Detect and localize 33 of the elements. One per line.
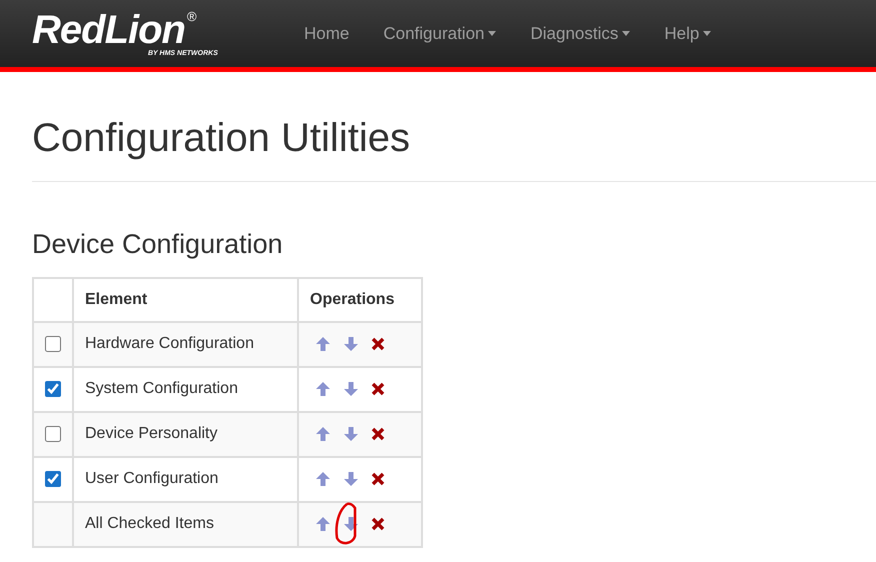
delete-button[interactable] [371,517,385,531]
row-checkbox[interactable] [45,336,61,352]
table-cell: All Checked Items [73,502,298,546]
nav-link[interactable]: Home [304,20,350,46]
caret-icon [622,31,630,36]
caret-icon [488,31,496,36]
row-checkbox[interactable] [45,470,61,487]
table-header-cell: Element [73,278,298,322]
move-up-button[interactable] [315,426,331,442]
move-up-button[interactable] [315,516,331,532]
page-title: Configuration Utilities [32,115,411,162]
move-down-button[interactable] [343,426,359,442]
move-down-button[interactable] [343,516,359,532]
delete-button[interactable] [371,427,385,441]
nav-link[interactable]: Configuration [383,20,496,46]
move-down-button[interactable] [343,381,359,397]
delete-button[interactable] [371,337,385,351]
row-checkbox[interactable] [45,380,61,397]
move-down-button[interactable] [343,471,359,487]
row-checkbox[interactable] [45,426,61,442]
move-down-button[interactable] [343,336,359,352]
move-up-button[interactable] [315,336,331,352]
brand-logo[interactable]: RedLion [32,10,185,50]
registered-mark: ® [186,10,197,23]
move-up-button[interactable] [315,381,331,397]
delete-button[interactable] [371,382,385,396]
nav-link[interactable]: Diagnostics [530,20,630,46]
delete-button[interactable] [371,472,385,486]
caret-icon [703,31,712,36]
nav-link[interactable]: Help [664,20,712,46]
move-up-button[interactable] [315,471,331,487]
section-title: Device Configuration [32,228,284,261]
table-header-cell: Operations [298,278,422,322]
